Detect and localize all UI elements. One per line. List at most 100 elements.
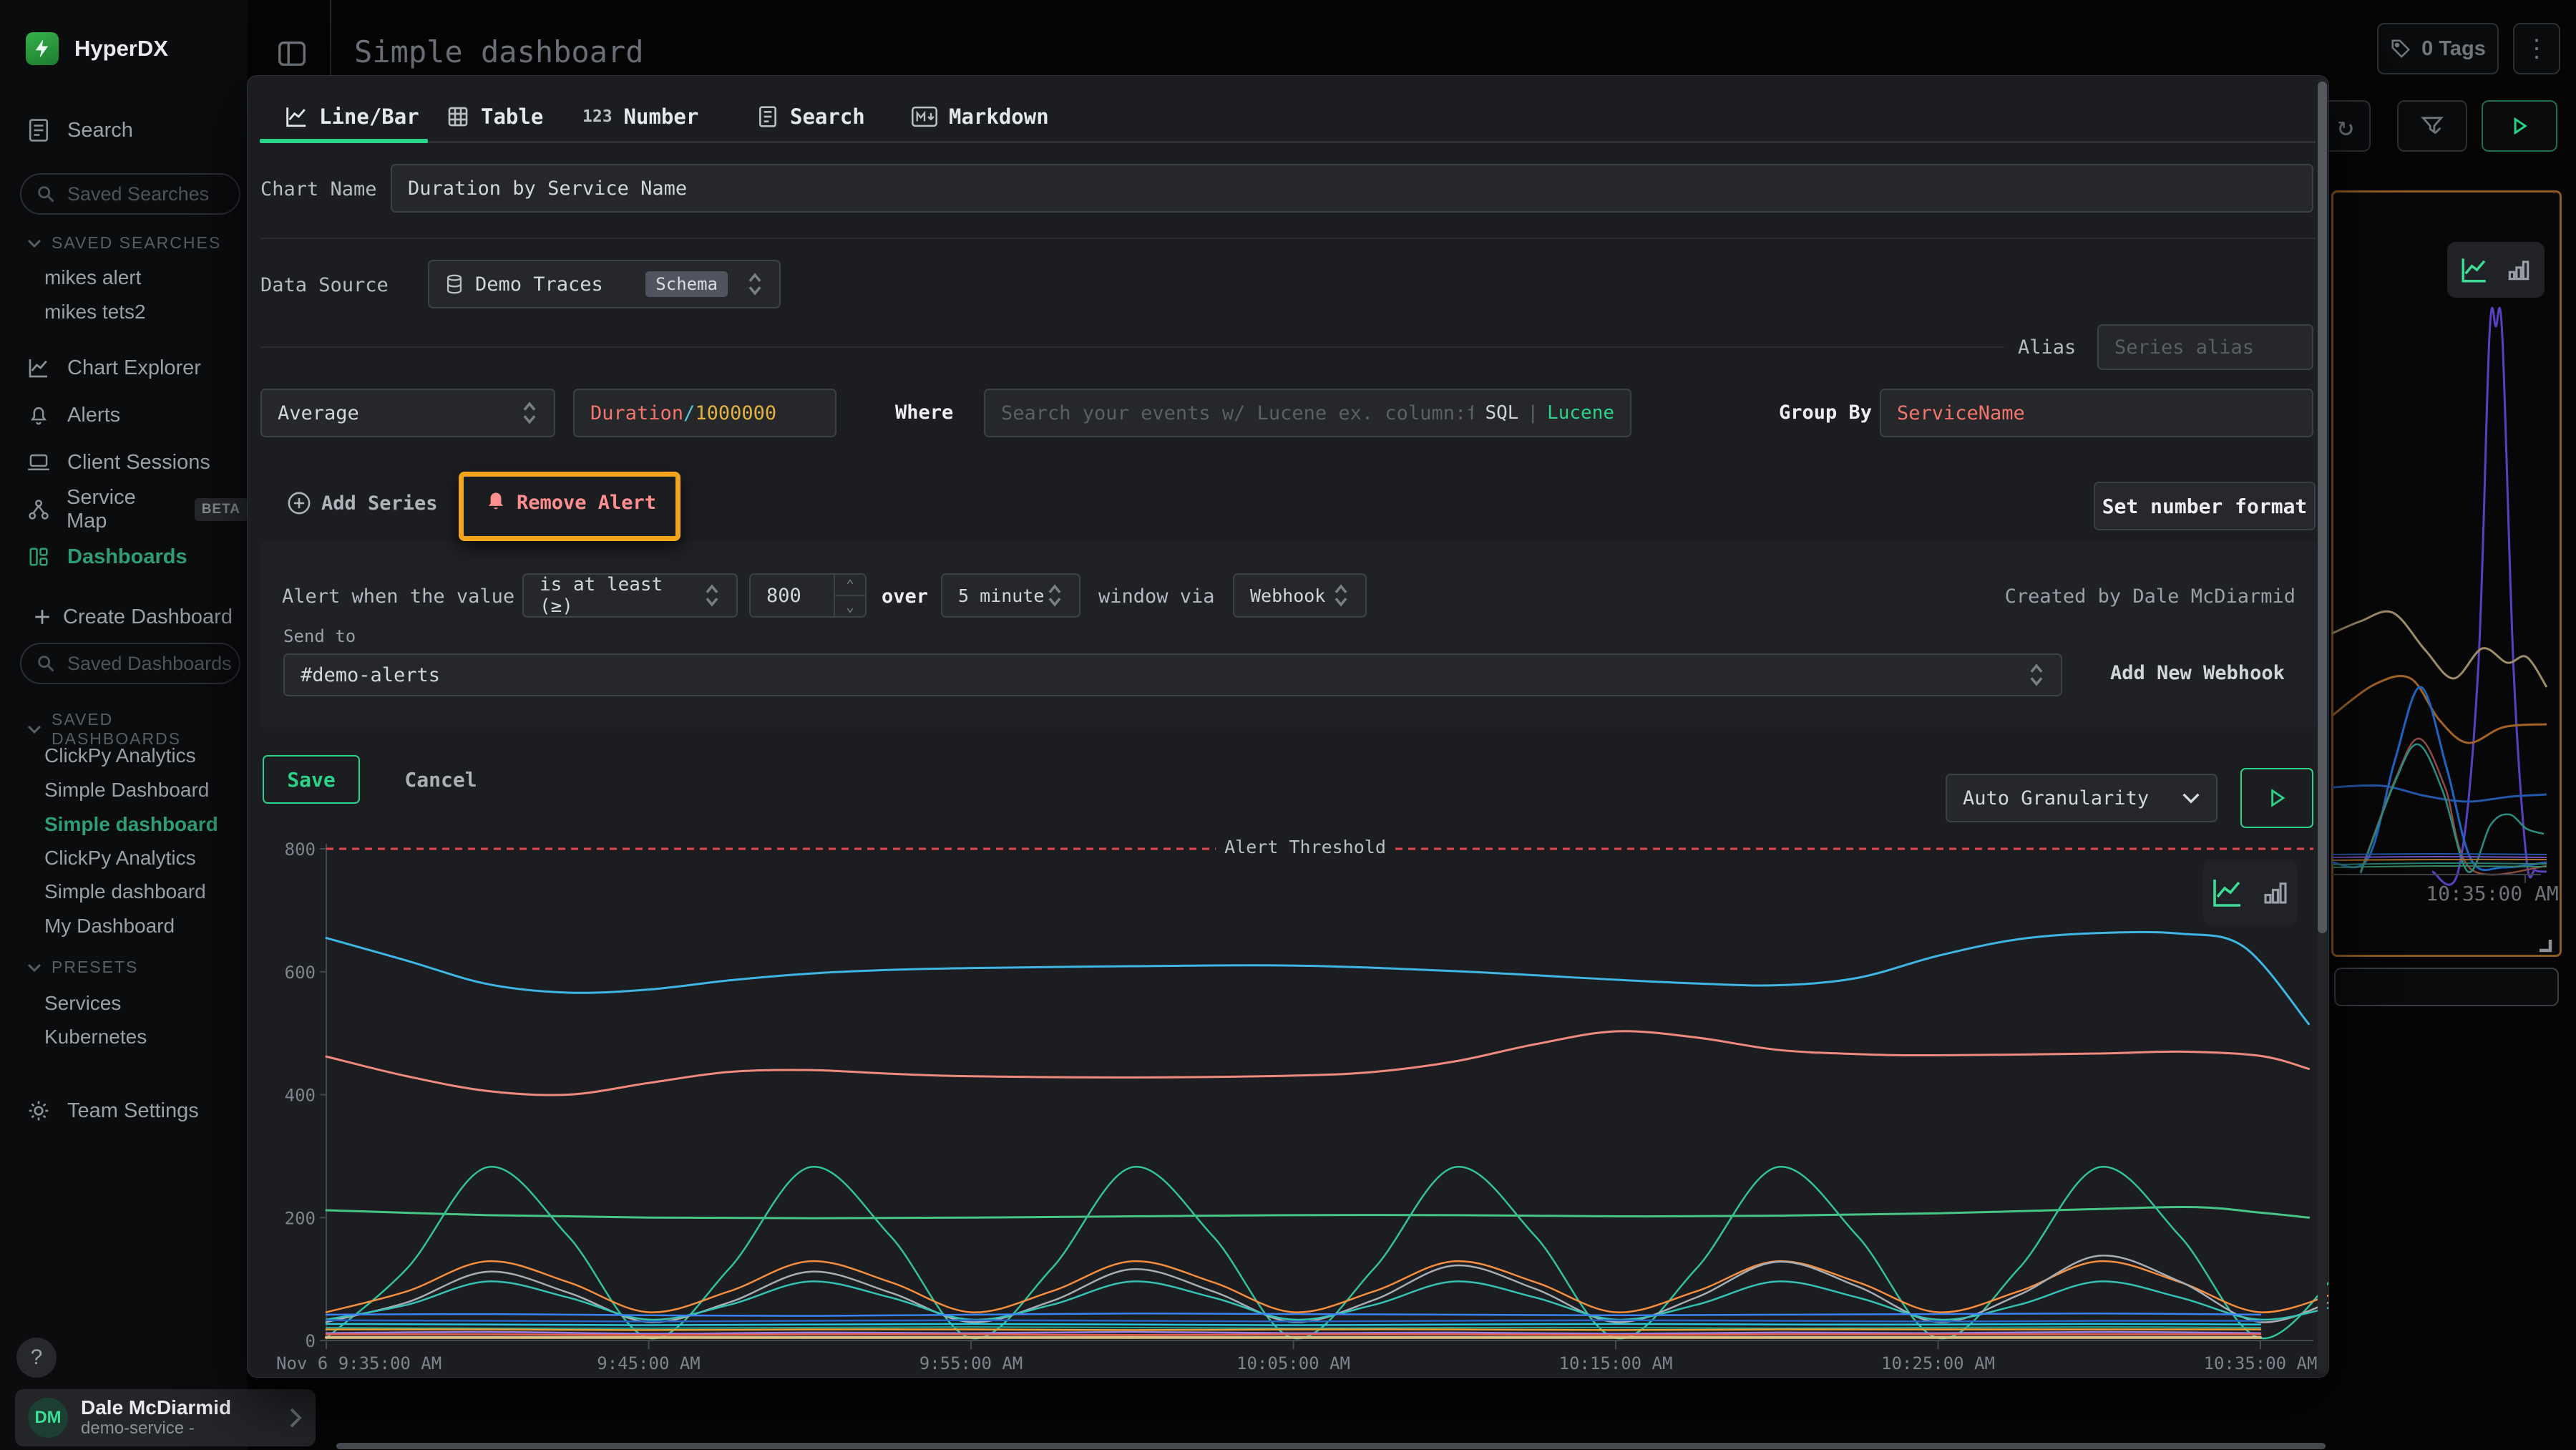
alias-input[interactable]: Series alias — [2097, 324, 2313, 370]
sidebar-item-search[interactable]: Search — [0, 113, 248, 147]
svg-text:10:35:00 AM: 10:35:00 AM — [2426, 882, 2558, 905]
svg-text:Alert Threshold: Alert Threshold — [1224, 837, 1386, 857]
tags-button[interactable]: 0 Tags — [2377, 23, 2499, 74]
play-icon — [2267, 788, 2287, 808]
set-number-format-button[interactable]: Set number format — [2094, 482, 2316, 530]
saved-search-item[interactable]: mikes tets2 — [44, 301, 146, 323]
saved-searches-input[interactable]: Saved Searches — [20, 173, 240, 215]
play-icon — [2510, 117, 2529, 135]
sidebar-item-chart-explorer[interactable]: Chart Explorer — [0, 351, 248, 385]
chevron-down-icon — [2182, 792, 2200, 804]
alert-condition-select[interactable]: is at least (≥) — [522, 573, 738, 618]
gear-icon — [26, 1099, 52, 1122]
saved-dashboards-input[interactable]: Saved Dashboards — [20, 643, 240, 684]
user-menu[interactable]: DM Dale McDiarmid demo-service - — [15, 1389, 316, 1446]
sql-mode-toggle[interactable]: SQL — [1485, 402, 1518, 424]
group-by-label: Group By — [1779, 402, 1872, 424]
svg-text:200: 200 — [285, 1208, 316, 1228]
chart-type-toggle — [2203, 860, 2298, 925]
preset-item[interactable]: Kubernetes — [44, 1026, 147, 1048]
sidebar-item-team-settings[interactable]: Team Settings — [0, 1094, 248, 1128]
dashboard-panel-next[interactable] — [2334, 968, 2559, 1006]
tab-number[interactable]: 123 Number — [582, 96, 698, 137]
where-label: Where — [895, 402, 953, 424]
plus-circle-icon — [287, 491, 311, 515]
alert-window-select[interactable]: 5 minute — [941, 573, 1080, 618]
saved-searches-header[interactable]: SAVED SEARCHES — [27, 233, 221, 253]
send-to-select[interactable]: #demo-alerts — [283, 653, 2062, 696]
kebab-icon: ⋮ — [2524, 34, 2549, 63]
preset-item[interactable]: Services — [44, 992, 121, 1015]
selector-icon — [703, 581, 721, 610]
lucene-mode-toggle[interactable]: Lucene — [1547, 402, 1614, 424]
dashboard-item[interactable]: Simple dashboard — [44, 880, 206, 903]
threshold-stepper[interactable]: ⌃⌄ — [834, 575, 865, 616]
data-source-select[interactable]: Demo Traces Schema — [428, 260, 781, 308]
group-by-input[interactable]: ServiceName — [1880, 389, 2313, 437]
selector-icon — [746, 270, 763, 298]
dashboard-item-active[interactable]: Simple dashboard — [44, 813, 218, 836]
line-chart-icon[interactable] — [2210, 875, 2245, 910]
remove-alert-button[interactable]: Remove Alert — [485, 491, 656, 514]
bar-chart-icon[interactable] — [2505, 256, 2532, 283]
refresh-icon: ↻ — [2338, 110, 2354, 142]
event-search-input[interactable]: Search your events w/ Lucene ex. column:… — [984, 389, 1631, 437]
tab-search[interactable]: Search — [757, 96, 865, 137]
bar-chart-icon[interactable] — [2260, 877, 2290, 908]
field-value: 1000000 — [695, 402, 776, 424]
aggregation-select[interactable]: Average — [260, 389, 555, 437]
horizontal-scrollbar[interactable] — [336, 1443, 2326, 1449]
create-dashboard-button[interactable]: Create Dashboard — [0, 600, 248, 634]
chevron-down-icon — [27, 963, 42, 973]
add-series-button[interactable]: Add Series — [287, 491, 438, 515]
sidebar-item-service-map[interactable]: Service Map BETA — [0, 492, 248, 527]
sidebar-item-alerts[interactable]: Alerts — [0, 398, 248, 432]
selector-icon — [1046, 581, 1063, 610]
window-via-label: window via — [1098, 585, 1215, 608]
series-divider — [260, 346, 2004, 348]
tab-table[interactable]: Table — [447, 96, 543, 137]
dashboard-item[interactable]: ClickPy Analytics — [44, 744, 196, 767]
hyperdx-logo-icon — [26, 32, 59, 65]
modal-scrollbar-thumb[interactable] — [2318, 82, 2327, 933]
presets-header[interactable]: PRESETS — [27, 958, 138, 977]
panel-run-button[interactable] — [2482, 100, 2557, 152]
help-button[interactable]: ? — [16, 1338, 57, 1378]
granularity-select[interactable]: Auto Granularity — [1946, 774, 2218, 822]
field-expression-input[interactable]: Duration/1000000 — [573, 389, 836, 437]
search-icon — [36, 653, 56, 673]
panel-resize-handle[interactable] — [2533, 933, 2555, 955]
saved-dashboards-placeholder: Saved Dashboards — [67, 653, 232, 675]
run-chart-button[interactable] — [2240, 768, 2313, 828]
kebab-menu-button[interactable]: ⋮ — [2513, 23, 2560, 74]
filter-button[interactable] — [2397, 100, 2467, 152]
tab-line-bar[interactable]: Line/Bar — [283, 96, 419, 137]
dashboard-item[interactable]: My Dashboard — [44, 915, 175, 938]
dashboard-item[interactable]: ClickPy Analytics — [44, 847, 196, 870]
stepper-up-icon: ⌃ — [835, 575, 865, 595]
selector-icon — [1332, 581, 1350, 610]
tab-markdown[interactable]: Markdown — [912, 96, 1049, 137]
chevron-down-icon — [27, 724, 42, 734]
saved-search-item[interactable]: mikes alert — [44, 266, 141, 289]
sidebar-item-client-sessions[interactable]: Client Sessions — [0, 445, 248, 480]
cancel-button[interactable]: Cancel — [391, 755, 491, 804]
line-chart-icon[interactable] — [2459, 255, 2489, 285]
saved-dashboards-header[interactable]: SAVED DASHBOARDS — [27, 710, 248, 749]
alias-label: Alias — [2018, 336, 2076, 359]
alert-channel-select[interactable]: Webhook — [1233, 573, 1367, 618]
brand[interactable]: HyperDX — [0, 29, 248, 69]
svg-text:400: 400 — [285, 1086, 316, 1106]
chart-explorer-icon — [26, 356, 52, 379]
save-button[interactable]: Save — [263, 755, 360, 804]
data-source-label: Data Source — [260, 274, 389, 296]
chevron-down-icon — [27, 238, 42, 248]
sidebar-collapse-button[interactable] — [275, 37, 308, 70]
chart-name-input[interactable]: Duration by Service Name — [391, 164, 2313, 213]
dashboard-item[interactable]: Simple Dashboard — [44, 779, 209, 802]
number-tab-icon: 123 — [582, 107, 613, 126]
saved-searches-placeholder: Saved Searches — [67, 183, 209, 205]
sidebar-item-dashboards[interactable]: Dashboards — [0, 540, 248, 574]
add-new-webhook-button[interactable]: Add New Webhook — [2110, 662, 2285, 684]
alert-threshold-input[interactable]: 800 ⌃⌄ — [749, 573, 867, 618]
